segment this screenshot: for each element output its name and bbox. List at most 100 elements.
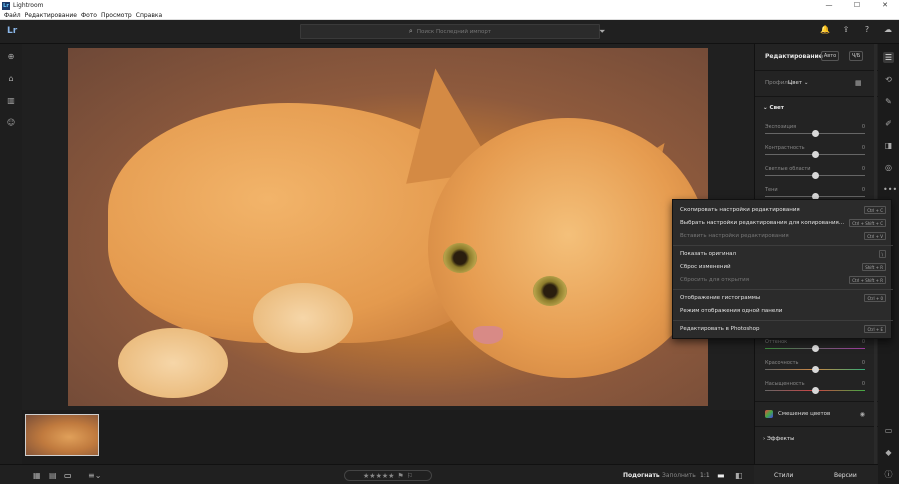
rating-control[interactable]: ★★★★★ ⚑ ⚐ xyxy=(344,470,432,481)
slider-label: Контрастность xyxy=(765,145,805,151)
menu-item-reset-edits[interactable]: Сброс изменений Shift + R xyxy=(680,263,886,273)
maximize-icon[interactable]: ☐ xyxy=(843,0,871,11)
slider-value[interactable]: 0 xyxy=(862,360,865,366)
highlights-slider[interactable]: Светлые области 0 xyxy=(765,166,865,180)
slider-value[interactable]: 0 xyxy=(862,124,865,130)
menu-item-single-panel-mode[interactable]: Режим отображения одной панели xyxy=(680,307,886,317)
menu-item-reset-to-open[interactable]: Сбросить для открытия Ctrl + Shift + R xyxy=(680,276,886,286)
brush-icon[interactable]: ✐ xyxy=(883,118,894,129)
exposure-slider[interactable]: Экспозиция 0 xyxy=(765,124,865,138)
photo-grid-icon[interactable]: ▤ xyxy=(49,471,57,480)
window-title: Lightroom xyxy=(13,2,44,9)
menu-bar: Файл Редактирование Фото Просмотр Справк… xyxy=(0,11,899,20)
close-icon[interactable]: ✕ xyxy=(871,0,899,11)
detail-view-icon[interactable]: ▭ xyxy=(64,471,72,480)
menu-view[interactable]: Просмотр xyxy=(101,12,132,19)
versions-button[interactable]: Версии xyxy=(834,472,857,479)
auto-button[interactable]: Авто xyxy=(821,51,839,61)
light-section-header[interactable]: ⌄ Свет xyxy=(763,105,784,111)
compare-icon[interactable]: ◧ xyxy=(735,471,743,480)
slider-knob[interactable] xyxy=(811,130,819,137)
zoom-1to1-button[interactable]: 1:1 xyxy=(700,472,710,479)
shortcut-badge: \ xyxy=(878,250,886,258)
menu-edit[interactable]: Редактирование xyxy=(25,12,77,19)
radial-icon[interactable]: ◎ xyxy=(883,162,894,173)
slider-knob[interactable] xyxy=(811,387,819,394)
cloud-icon[interactable]: ☁ xyxy=(881,25,895,34)
search-input[interactable]: ⌕ Поиск Последний импорт xyxy=(300,24,600,39)
menu-separator xyxy=(673,320,893,321)
light-section-label: Свет xyxy=(769,105,784,111)
home-icon[interactable]: ⌂ xyxy=(6,74,16,84)
menu-photo[interactable]: Фото xyxy=(81,12,97,19)
presets-button[interactable]: Стили xyxy=(774,472,793,479)
profile-dropdown[interactable]: Цвет ⌄ xyxy=(788,80,808,86)
minimize-icon[interactable]: — xyxy=(815,0,843,11)
effects-section-header[interactable]: › Эффекты xyxy=(763,436,794,442)
kitten-photo[interactable] xyxy=(68,48,708,406)
sort-icon[interactable]: ≡⌄ xyxy=(88,471,101,480)
slider-label: Светлые области xyxy=(765,166,811,172)
vibrance-slider[interactable]: Красочность 0 xyxy=(765,360,865,374)
color-mix-row[interactable]: Смешение цветов ◉ xyxy=(765,408,865,420)
tint-slider[interactable]: Оттенок 0 xyxy=(765,339,865,353)
share-icon[interactable]: ⇪ xyxy=(839,25,853,34)
slider-knob[interactable] xyxy=(811,172,819,179)
slider-label: Экспозиция xyxy=(765,124,797,130)
menu-file[interactable]: Файл xyxy=(4,12,21,19)
add-photos-icon[interactable]: ⊕ xyxy=(6,52,16,62)
menu-separator xyxy=(673,245,893,246)
menu-item-show-histogram[interactable]: Отображение гистограммы Ctrl + 0 xyxy=(680,294,886,304)
profile-browser-icon[interactable]: ▦ xyxy=(855,79,862,87)
photo-thumbnail[interactable] xyxy=(25,414,99,456)
rating-stars[interactable]: ★★★★★ xyxy=(363,472,394,480)
bw-button[interactable]: Ч/Б xyxy=(849,51,863,61)
menu-item-label: Сброс изменений xyxy=(680,264,731,270)
contrast-slider[interactable]: Контрастность 0 xyxy=(765,145,865,159)
saturation-slider[interactable]: Насыщенность 0 xyxy=(765,381,865,395)
slider-knob[interactable] xyxy=(811,345,819,352)
crop-icon[interactable]: ⟲ xyxy=(883,74,894,85)
slider-value[interactable]: 0 xyxy=(862,339,865,345)
menu-item-edit-in-photoshop[interactable]: Редактировать в Photoshop Ctrl + E xyxy=(680,325,886,335)
kitten-eye-right xyxy=(533,276,567,306)
edit-sliders-icon[interactable]: ☰ xyxy=(883,52,894,63)
gradient-icon[interactable]: ◨ xyxy=(883,140,894,151)
flag-icon[interactable]: ⚑ xyxy=(397,472,403,480)
color-mix-icon xyxy=(765,410,773,418)
menu-help[interactable]: Справка xyxy=(136,12,162,19)
filmstrip-toggle-icon[interactable]: ▬ xyxy=(717,471,725,480)
zoom-fit-button[interactable]: Подогнать xyxy=(623,472,660,479)
notifications-icon[interactable]: 🔔 xyxy=(818,25,832,34)
filter-icon[interactable]: ⏷ xyxy=(599,27,605,37)
profile-value: Цвет xyxy=(788,80,803,86)
info-icon[interactable]: ⓘ xyxy=(883,469,894,480)
tag-icon[interactable]: ◆ xyxy=(883,447,894,458)
more-icon[interactable]: ••• xyxy=(883,184,897,195)
healing-icon[interactable]: ✎ xyxy=(883,96,894,107)
lr-logo: Lr xyxy=(7,26,18,36)
zoom-fill-button[interactable]: Заполнить xyxy=(662,472,696,479)
kitten-nose xyxy=(473,326,503,344)
divider xyxy=(755,426,879,427)
slider-knob[interactable] xyxy=(811,151,819,158)
slider-value[interactable]: 0 xyxy=(862,145,865,151)
menu-item-copy-settings[interactable]: Скопировать настройки редактирования Ctr… xyxy=(680,206,886,216)
comment-icon[interactable]: ▭ xyxy=(883,425,894,436)
slider-knob[interactable] xyxy=(811,366,819,373)
reject-flag-icon[interactable]: ⚐ xyxy=(407,472,413,480)
menu-item-choose-settings[interactable]: Выбрать настройки редактирования для коп… xyxy=(680,219,886,229)
slider-value[interactable]: 0 xyxy=(862,381,865,387)
square-grid-icon[interactable]: ▦ xyxy=(33,471,41,480)
menu-item-show-original[interactable]: Показать оригинал \ xyxy=(680,250,886,260)
slider-value[interactable]: 0 xyxy=(862,166,865,172)
slider-value[interactable]: 0 xyxy=(862,187,865,193)
help-icon[interactable]: ? xyxy=(860,25,874,34)
visibility-toggle-icon[interactable]: ◉ xyxy=(860,411,865,418)
slider-label: Насыщенность xyxy=(765,381,805,387)
people-icon[interactable]: ☺ xyxy=(6,118,16,128)
shortcut-badge: Ctrl + V xyxy=(864,232,886,240)
library-icon[interactable]: ▥ xyxy=(6,96,16,106)
divider xyxy=(755,70,879,71)
menu-item-paste-settings[interactable]: Вставить настройки редактирования Ctrl +… xyxy=(680,232,886,242)
